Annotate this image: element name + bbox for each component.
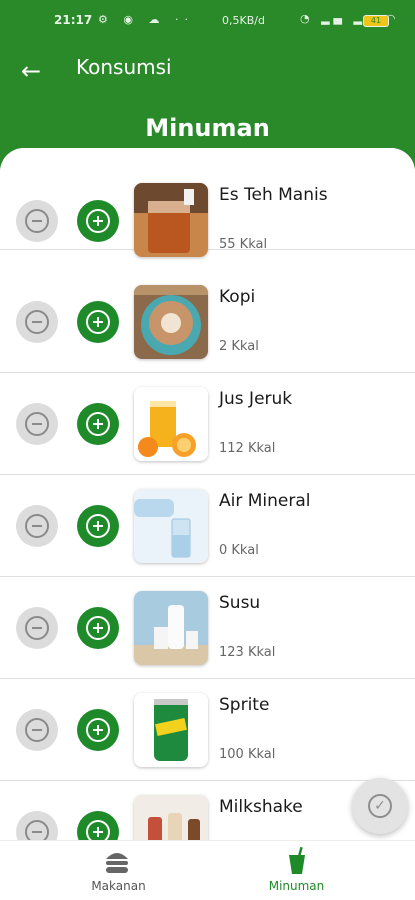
item-name: Jus Jeruk <box>219 389 293 409</box>
plus-icon <box>86 209 110 233</box>
list-item: Sprite 100 Kkal <box>0 679 415 781</box>
item-kcal: 112 Kkal <box>219 441 276 456</box>
confirm-button[interactable]: ✓ <box>352 778 408 834</box>
milkshake-image <box>134 795 208 840</box>
list-item: Air Mineral 0 Kkal <box>0 475 415 577</box>
plus-icon <box>86 718 110 742</box>
sprite-can-image <box>134 693 208 767</box>
burger-icon <box>106 853 128 873</box>
decrease-button[interactable] <box>16 811 58 840</box>
minus-icon <box>25 820 49 840</box>
plus-icon <box>86 412 110 436</box>
decrease-button[interactable] <box>16 301 58 343</box>
page-title: Konsumsi <box>76 55 172 79</box>
plus-icon <box>86 820 110 840</box>
nav-makanan-label: Makanan <box>91 879 146 893</box>
item-name: Milkshake <box>219 797 303 817</box>
minus-icon <box>25 718 49 742</box>
plus-icon <box>86 310 110 334</box>
minus-icon <box>25 412 49 436</box>
battery-icon: 41 <box>363 15 389 27</box>
status-bar: 21:17 ⚙ ◉ ☁ ·· 0,5KB/d ◔ ▂▄ ▂▄ ◠ 41 <box>0 0 415 40</box>
list-item: Kopi 2 Kkal <box>0 271 415 373</box>
bottom-nav: Makanan Minuman <box>0 840 415 900</box>
iced-tea-image <box>134 183 208 257</box>
list-item: Susu 123 Kkal <box>0 577 415 679</box>
increase-button[interactable] <box>77 505 119 547</box>
minus-icon <box>25 209 49 233</box>
decrease-button[interactable] <box>16 403 58 445</box>
plus-icon <box>86 616 110 640</box>
increase-button[interactable] <box>77 200 119 242</box>
decrease-button[interactable] <box>16 709 58 751</box>
section-title: Minuman <box>145 114 270 142</box>
minus-icon <box>25 310 49 334</box>
item-kcal: 100 Kkal <box>219 747 276 762</box>
drink-icon <box>289 847 305 874</box>
increase-button[interactable] <box>77 403 119 445</box>
increase-button[interactable] <box>77 607 119 649</box>
water-image <box>134 489 208 563</box>
item-kcal: 55 Kkal <box>219 237 268 252</box>
increase-button[interactable] <box>77 709 119 751</box>
item-name: Es Teh Manis <box>219 185 328 205</box>
item-name: Susu <box>219 593 261 613</box>
minus-icon <box>25 514 49 538</box>
coffee-image <box>134 285 208 359</box>
list-item: Es Teh Manis 55 Kkal <box>0 148 415 257</box>
arrow-left-icon[interactable]: ← <box>16 56 46 86</box>
milk-image <box>134 591 208 665</box>
status-time: 21:17 <box>54 13 93 27</box>
item-name: Kopi <box>219 287 256 307</box>
decrease-button[interactable] <box>16 607 58 649</box>
drink-list: Es Teh Manis 55 Kkal Kopi 2 Kkal Jus Jer… <box>0 148 415 840</box>
nav-makanan[interactable]: Makanan <box>15 841 222 900</box>
nav-minuman[interactable]: Minuman <box>193 841 400 900</box>
plus-icon <box>86 514 110 538</box>
network-speed: 0,5KB/d <box>222 14 265 27</box>
status-notification-icons: ⚙ ◉ ☁ ·· <box>98 13 194 26</box>
item-kcal: 0 Kkal <box>219 543 259 558</box>
item-kcal: 2 Kkal <box>219 339 259 354</box>
check-icon: ✓ <box>368 794 392 818</box>
list-item: Jus Jeruk 112 Kkal <box>0 373 415 475</box>
minus-icon <box>25 616 49 640</box>
decrease-button[interactable] <box>16 200 58 242</box>
orange-juice-image <box>134 387 208 461</box>
item-kcal: 123 Kkal <box>219 645 276 660</box>
increase-button[interactable] <box>77 811 119 840</box>
nav-minuman-label: Minuman <box>268 879 325 893</box>
increase-button[interactable] <box>77 301 119 343</box>
item-name: Sprite <box>219 695 270 715</box>
decrease-button[interactable] <box>16 505 58 547</box>
item-name: Air Mineral <box>219 491 311 511</box>
